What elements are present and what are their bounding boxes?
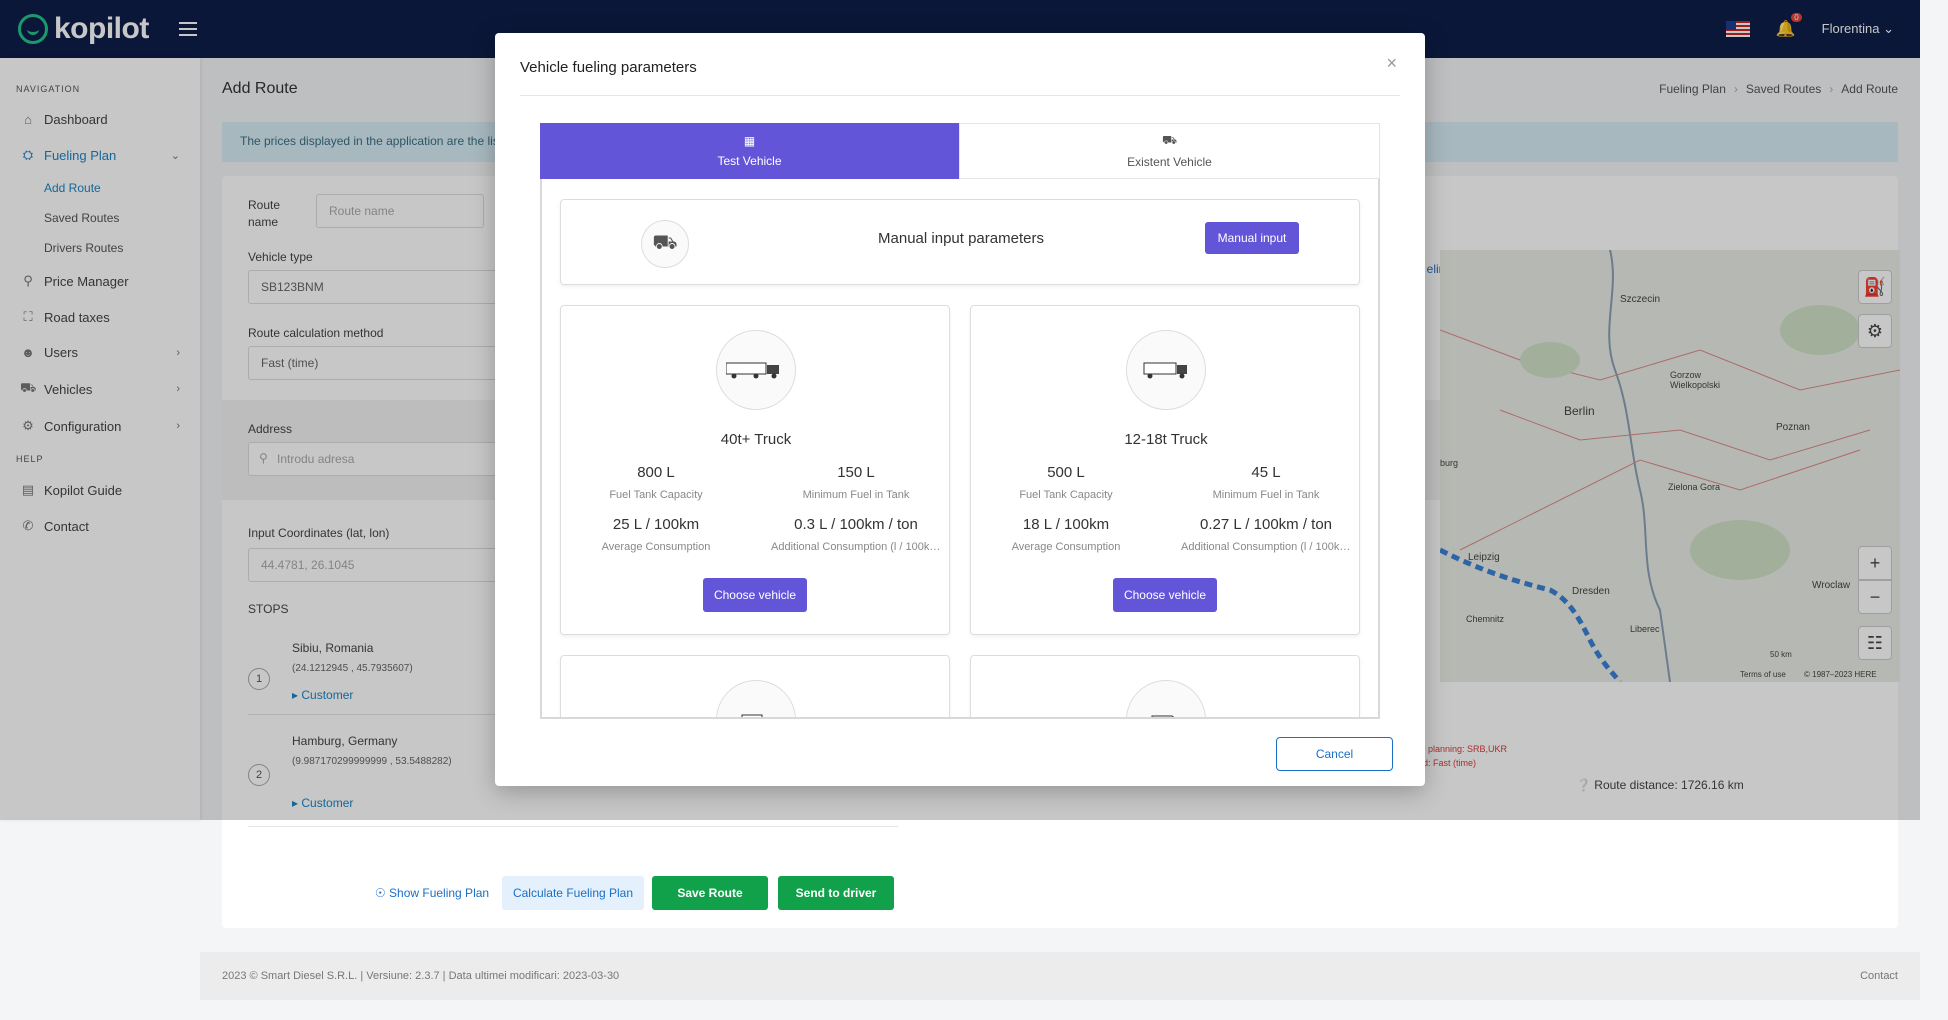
vehicle-card-12-18t-truck: 12-18t Truck 500 L Fuel Tank Capacity 45 … xyxy=(970,305,1360,635)
small-truck-icon xyxy=(716,680,796,717)
vehicle-name: 40t+ Truck xyxy=(720,431,792,448)
stops-divider xyxy=(248,826,898,827)
vehicle-name: 12-18t Truck xyxy=(1124,431,1208,448)
eye-icon: ☉ xyxy=(374,886,386,900)
tab-existent-vehicle[interactable]: ⛟ Existent Vehicle xyxy=(959,123,1380,179)
van-icon xyxy=(1126,680,1206,717)
vehicle-fueling-modal: Vehicle fueling parameters × ▦ Test Vehi… xyxy=(495,33,1425,786)
send-to-driver-button-bottom[interactable]: Send to driver xyxy=(778,876,894,910)
semi-truck-icon xyxy=(716,330,796,410)
save-route-button-bottom[interactable]: Save Route xyxy=(652,876,768,910)
close-icon[interactable]: × xyxy=(1386,53,1397,74)
box-truck-icon xyxy=(1126,330,1206,410)
cancel-button[interactable]: Cancel xyxy=(1276,737,1393,771)
fuel-tank-spec: 500 L Fuel Tank Capacity xyxy=(1019,464,1113,501)
modal-title: Vehicle fueling parameters xyxy=(520,59,697,76)
vehicle-tabs: ▦ Test Vehicle ⛟ Existent Vehicle xyxy=(540,123,1380,179)
choose-vehicle-button[interactable]: Choose vehicle xyxy=(703,578,807,612)
vehicle-card-4 xyxy=(970,655,1360,717)
additional-consumption-spec: 0.27 L / 100km / ton Additional Consumpti… xyxy=(1181,516,1351,553)
footer: 2023 © Smart Diesel S.R.L. | Versiune: 2… xyxy=(200,952,1920,1000)
min-fuel-spec: 45 L Minimum Fuel in Tank xyxy=(1212,464,1320,501)
avg-consumption-spec: 18 L / 100km Average Consumption xyxy=(1011,516,1121,553)
choose-vehicle-button[interactable]: Choose vehicle xyxy=(1113,578,1217,612)
avg-consumption-spec: 25 L / 100km Average Consumption xyxy=(601,516,711,553)
vehicle-card-3 xyxy=(560,655,950,717)
additional-consumption-spec: 0.3 L / 100km / ton Additional Consumptio… xyxy=(771,516,941,553)
footer-contact-link[interactable]: Contact xyxy=(1860,970,1898,982)
vehicle-card-40t-truck: 40t+ Truck 800 L Fuel Tank Capacity 150 L… xyxy=(560,305,950,635)
calculate-fueling-plan-button-bottom[interactable]: Calculate Fueling Plan xyxy=(502,876,644,910)
manual-input-button[interactable]: Manual input xyxy=(1205,222,1299,254)
manual-input-card: ⛟ Manual input parameters Manual input xyxy=(560,199,1360,285)
show-fueling-plan-button[interactable]: ☉ Show Fueling Plan xyxy=(372,876,492,910)
fuel-tank-spec: 800 L Fuel Tank Capacity xyxy=(609,464,703,501)
test-vehicle-panel: ⛟ Manual input parameters Manual input 4… xyxy=(540,179,1380,719)
calculator-icon: ▦ xyxy=(743,134,756,148)
footer-copyright: 2023 © Smart Diesel S.R.L. | Versiune: 2… xyxy=(222,970,620,982)
tab-test-vehicle[interactable]: ▦ Test Vehicle xyxy=(540,123,959,179)
min-fuel-spec: 150 L Minimum Fuel in Tank xyxy=(802,464,910,501)
truck-icon: ⛟ xyxy=(1161,133,1178,147)
modal-divider xyxy=(520,95,1400,96)
